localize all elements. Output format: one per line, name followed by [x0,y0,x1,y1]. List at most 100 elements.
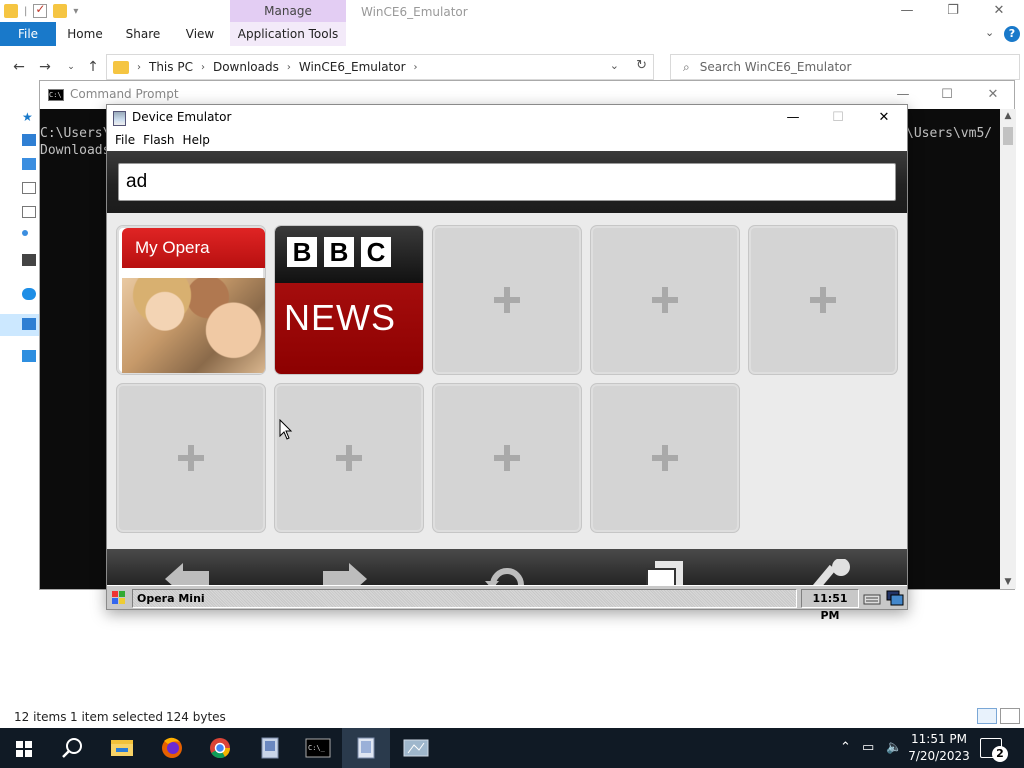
bbc-logo: B B C [275,226,423,283]
pictures-icon[interactable] [22,206,36,218]
scroll-up-icon[interactable]: ▲ [1002,111,1014,121]
documents-icon[interactable] [22,182,36,194]
properties-icon[interactable] [33,2,48,18]
firefox-icon[interactable] [148,728,196,768]
scroll-thumb[interactable] [1003,127,1013,145]
network-icon[interactable]: ▭ [862,740,874,755]
customize-dropdown-icon[interactable]: ▾ [73,6,78,17]
speed-dial-empty-slot[interactable] [432,225,582,375]
new-folder-icon[interactable] [53,4,68,18]
downloads-icon[interactable] [22,158,36,170]
opera-address-input[interactable]: ad [118,163,896,201]
emulator-app-icon[interactable] [246,728,294,768]
remote-tool-icon[interactable] [392,728,440,768]
device-emulator-window[interactable]: Device Emulator — ☐ ✕ File Flash Help ad… [106,104,908,622]
back-icon[interactable]: ← [8,56,30,78]
speed-dial-bbc-news[interactable]: B B C NEWS [274,225,424,375]
plus-icon [494,287,520,313]
reload-icon[interactable] [483,559,531,585]
start-windows-icon[interactable] [0,728,48,768]
wince-taskbar: Opera Mini 11:51 PM [107,585,907,622]
volume-muted-icon[interactable]: 🔈 [886,740,902,755]
recent-locations-icon[interactable]: ⌄ [60,56,82,78]
breadcrumb-this-pc[interactable]: This PC [149,60,193,74]
taskbar-date[interactable]: 7/20/2023 [906,749,972,763]
manage-contextual-tab[interactable]: Manage [230,0,346,22]
up-icon[interactable]: ↑ [82,56,104,78]
quick-access-toolbar: | ▾ [0,0,230,22]
taskbar-time[interactable]: 11:51 PM [906,732,972,746]
plus-icon [494,445,520,471]
minimize-icon[interactable]: — [770,106,816,130]
device-emulator-icon[interactable] [342,728,390,768]
opera-address-toolbar: ad [107,151,907,213]
minimize-icon[interactable]: — [884,0,930,22]
back-arrow-icon[interactable] [163,559,211,585]
show-hidden-icons-icon[interactable]: ⌃ [840,740,851,755]
restore-icon[interactable]: ❐ [930,0,976,22]
close-icon[interactable]: ✕ [976,0,1022,22]
videos-icon[interactable] [22,254,36,266]
wince-task-opera-mini[interactable]: Opera Mini [132,589,797,608]
tab-file[interactable]: File [0,22,56,46]
status-bar: 12 items 1 item selected 124 bytes [0,706,1024,728]
close-icon[interactable]: ✕ [970,83,1016,107]
expand-ribbon-icon[interactable]: ⌄ [985,26,994,39]
speed-dial-empty-slot[interactable] [116,383,266,533]
speed-dial-empty-slot[interactable] [590,383,740,533]
speed-dial-my-opera[interactable]: My Opera [116,225,266,375]
onedrive-icon[interactable] [22,288,36,300]
keyboard-icon[interactable] [863,590,881,606]
music-icon[interactable] [22,230,28,236]
windows-ce-start-icon[interactable] [109,588,129,608]
maximize-icon[interactable]: ☐ [924,83,970,107]
emulator-title-bar[interactable]: Device Emulator — ☐ ✕ [107,105,907,131]
bbc-letter: B [324,237,354,267]
tab-view[interactable]: View [176,22,224,46]
desktop-windows-icon[interactable] [886,590,904,606]
speed-dial-empty-slot[interactable] [748,225,898,375]
tab-home[interactable]: Home [60,22,110,46]
console-line: \Users\vm5/ [906,126,993,141]
folder-icon [113,60,129,74]
network-icon[interactable] [22,350,36,362]
tabs-icon[interactable] [643,559,691,585]
chevron-down-icon[interactable]: ⌄ [610,59,619,72]
this-pc-icon[interactable] [22,318,36,330]
search-input[interactable]: ⌕ Search WinCE6_Emulator [670,54,1020,80]
file-explorer-icon[interactable] [98,728,146,768]
command-prompt-icon[interactable]: C:\_ [294,728,342,768]
details-view-icon[interactable] [977,708,997,724]
menu-flash[interactable]: Flash [141,131,180,151]
chrome-icon[interactable] [196,728,244,768]
close-icon[interactable]: ✕ [861,106,907,130]
speed-dial-empty-slot[interactable] [432,383,582,533]
chevron-right-icon: › [137,61,141,73]
menu-help[interactable]: Help [181,131,216,151]
menu-file[interactable]: File [113,131,141,151]
wrench-icon[interactable] [807,559,855,585]
window-title: WinCE6_Emulator [361,5,468,19]
emulator-menu-bar: File Flash Help [107,131,907,151]
speed-dial-empty-slot[interactable] [274,383,424,533]
device-screen[interactable]: ad My Opera B B C NEWS [107,151,907,585]
desktop-icon[interactable] [22,134,36,146]
cmd-scrollbar[interactable]: ▲ ▼ [1000,109,1016,589]
address-row: ← → ⌄ ↑ › This PC › Downloads › WinCE6_E… [0,50,1024,84]
help-icon[interactable]: ? [1004,26,1020,42]
large-icons-view-icon[interactable] [1000,708,1020,724]
forward-arrow-icon[interactable] [321,559,369,585]
forward-icon[interactable]: → [34,56,56,78]
speed-dial-empty-slot[interactable] [590,225,740,375]
address-bar[interactable]: › This PC › Downloads › WinCE6_Emulator … [106,54,654,80]
tab-share[interactable]: Share [118,22,168,46]
folder-icon[interactable] [4,4,18,18]
cmd-title: Command Prompt [70,87,179,101]
refresh-icon[interactable]: ↻ [636,58,647,73]
scroll-down-icon[interactable]: ▼ [1002,577,1014,587]
breadcrumb-wince6-emulator[interactable]: WinCE6_Emulator [299,60,406,74]
quick-access-star-icon[interactable]: ★ [22,110,36,124]
breadcrumb-downloads[interactable]: Downloads [213,60,279,74]
search-icon[interactable] [48,728,96,768]
tab-application-tools[interactable]: Application Tools [230,22,346,46]
